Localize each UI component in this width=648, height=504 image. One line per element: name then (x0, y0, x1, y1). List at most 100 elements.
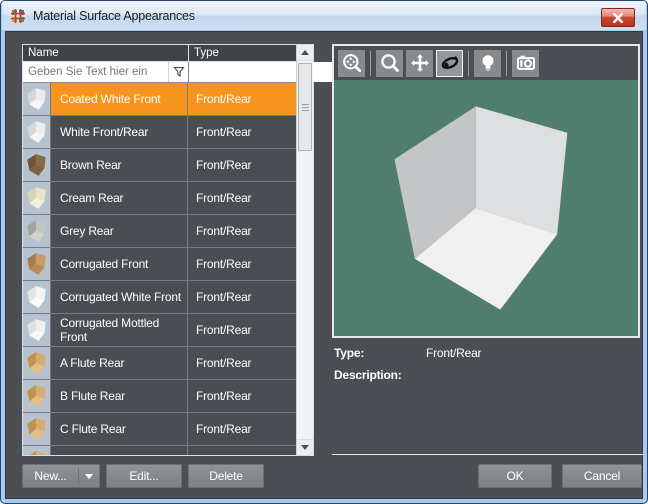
window-title: Material Surface Appearances (33, 9, 195, 23)
list-row[interactable]: Coated White FrontFront/Rear (23, 83, 296, 116)
details-section: Type: Front/Rear Description: (334, 346, 640, 390)
title-bar[interactable]: Material Surface Appearances (2, 1, 646, 30)
material-list: Name Type (22, 44, 314, 456)
scroll-down-button[interactable] (297, 439, 313, 455)
chevron-down-icon (85, 474, 93, 479)
zoom-button[interactable] (376, 50, 403, 77)
filter-row (23, 62, 296, 83)
list-row[interactable]: C Flute RearFront/Rear (23, 413, 296, 446)
name-filter-funnel-icon[interactable] (168, 62, 188, 82)
row-type: Front/Rear (188, 116, 296, 148)
row-name: A Flute Rear (51, 347, 188, 379)
toolbar-separator (370, 51, 371, 76)
row-name (51, 446, 188, 455)
ok-button[interactable]: OK (478, 464, 552, 488)
preview-3d-view[interactable] (334, 80, 638, 336)
material-thumbnail-icon (23, 248, 51, 280)
material-thumbnail-icon (23, 413, 51, 445)
column-header-type[interactable]: Type (189, 45, 296, 61)
zoom-extents-icon (342, 53, 362, 73)
list-row[interactable]: B Flute RearFront/Rear (23, 380, 296, 413)
scrollbar-thumb[interactable] (298, 63, 312, 151)
preview-toolbar (334, 46, 638, 80)
preview-panel (332, 44, 640, 338)
orbit-button[interactable] (436, 50, 463, 77)
row-type: Front/Rear (188, 413, 296, 445)
type-label: Type: (334, 346, 426, 361)
row-name: Coated White Front (51, 83, 188, 115)
list-row[interactable]: Corrugated White FrontFront/Rear (23, 281, 296, 314)
row-name: White Front/Rear (51, 116, 188, 148)
row-type: Front/Rear (188, 182, 296, 214)
row-type: Front/Rear (188, 314, 296, 346)
row-name: Brown Rear (51, 149, 188, 181)
list-row[interactable]: A Flute RearFront/Rear (23, 347, 296, 380)
row-type: Front/Rear (188, 380, 296, 412)
camera-button[interactable] (512, 50, 539, 77)
close-button[interactable] (601, 8, 635, 27)
list-row[interactable]: Grey RearFront/Rear (23, 215, 296, 248)
list-row[interactable] (23, 446, 296, 455)
material-thumbnail-icon (23, 182, 51, 214)
row-name: Corrugated White Front (51, 281, 188, 313)
new-dropdown-arrow[interactable] (79, 474, 99, 479)
content-separator (332, 454, 644, 455)
row-name: Grey Rear (51, 215, 188, 247)
material-thumbnail-icon (23, 380, 51, 412)
delete-button[interactable]: Delete (188, 464, 264, 488)
list-scrollbar[interactable] (296, 45, 313, 455)
row-type: Front/Rear (188, 248, 296, 280)
material-thumbnail-icon (23, 446, 51, 455)
toolbar-separator (468, 51, 469, 76)
material-rows: Coated White FrontFront/RearWhite Front/… (23, 83, 296, 455)
material-thumbnail-icon (23, 149, 51, 181)
light-icon (478, 53, 498, 73)
dialog-window: Material Surface Appearances Name Type (0, 0, 648, 504)
light-button[interactable] (474, 50, 501, 77)
dialog-body: Name Type (5, 31, 643, 499)
type-filter-input[interactable] (189, 66, 350, 78)
row-type: Front/Rear (188, 149, 296, 181)
new-button[interactable]: New... (22, 464, 100, 488)
column-header-name[interactable]: Name (23, 45, 189, 61)
material-thumbnail-icon (23, 83, 51, 115)
zoom-extents-button[interactable] (338, 50, 365, 77)
row-name: Corrugated Mottled Front (51, 314, 188, 346)
material-thumbnail-icon (23, 116, 51, 148)
material-thumbnail-icon (23, 314, 51, 346)
row-type: Front/Rear (188, 215, 296, 247)
material-thumbnail-icon (23, 215, 51, 247)
row-name: C Flute Rear (51, 413, 188, 445)
row-type: Front/Rear (188, 347, 296, 379)
pan-button[interactable] (406, 50, 433, 77)
list-row[interactable]: Cream RearFront/Rear (23, 182, 296, 215)
row-name: Corrugated Front (51, 248, 188, 280)
orbit-icon (440, 53, 460, 73)
pan-icon (410, 53, 430, 73)
row-type: Front/Rear (188, 281, 296, 313)
preview-box-render (364, 86, 608, 330)
scroll-up-button[interactable] (297, 45, 313, 61)
type-value: Front/Rear (426, 346, 481, 361)
cancel-button[interactable]: Cancel (562, 464, 642, 488)
camera-icon (516, 53, 536, 73)
toolbar-separator (506, 51, 507, 76)
list-header: Name Type (23, 45, 296, 62)
edit-button[interactable]: Edit... (106, 464, 182, 488)
zoom-icon (380, 53, 400, 73)
close-icon (612, 13, 624, 23)
new-button-label: New... (23, 469, 78, 483)
name-filter-input[interactable] (23, 66, 168, 78)
row-name: B Flute Rear (51, 380, 188, 412)
row-name: Cream Rear (51, 182, 188, 214)
row-type (188, 446, 296, 455)
app-icon (10, 8, 26, 24)
list-row[interactable]: Corrugated Mottled FrontFront/Rear (23, 314, 296, 347)
material-thumbnail-icon (23, 347, 51, 379)
material-thumbnail-icon (23, 281, 51, 313)
description-label: Description: (334, 368, 426, 383)
list-row[interactable]: Corrugated FrontFront/Rear (23, 248, 296, 281)
list-row[interactable]: White Front/RearFront/Rear (23, 116, 296, 149)
row-type: Front/Rear (188, 83, 296, 115)
list-row[interactable]: Brown RearFront/Rear (23, 149, 296, 182)
